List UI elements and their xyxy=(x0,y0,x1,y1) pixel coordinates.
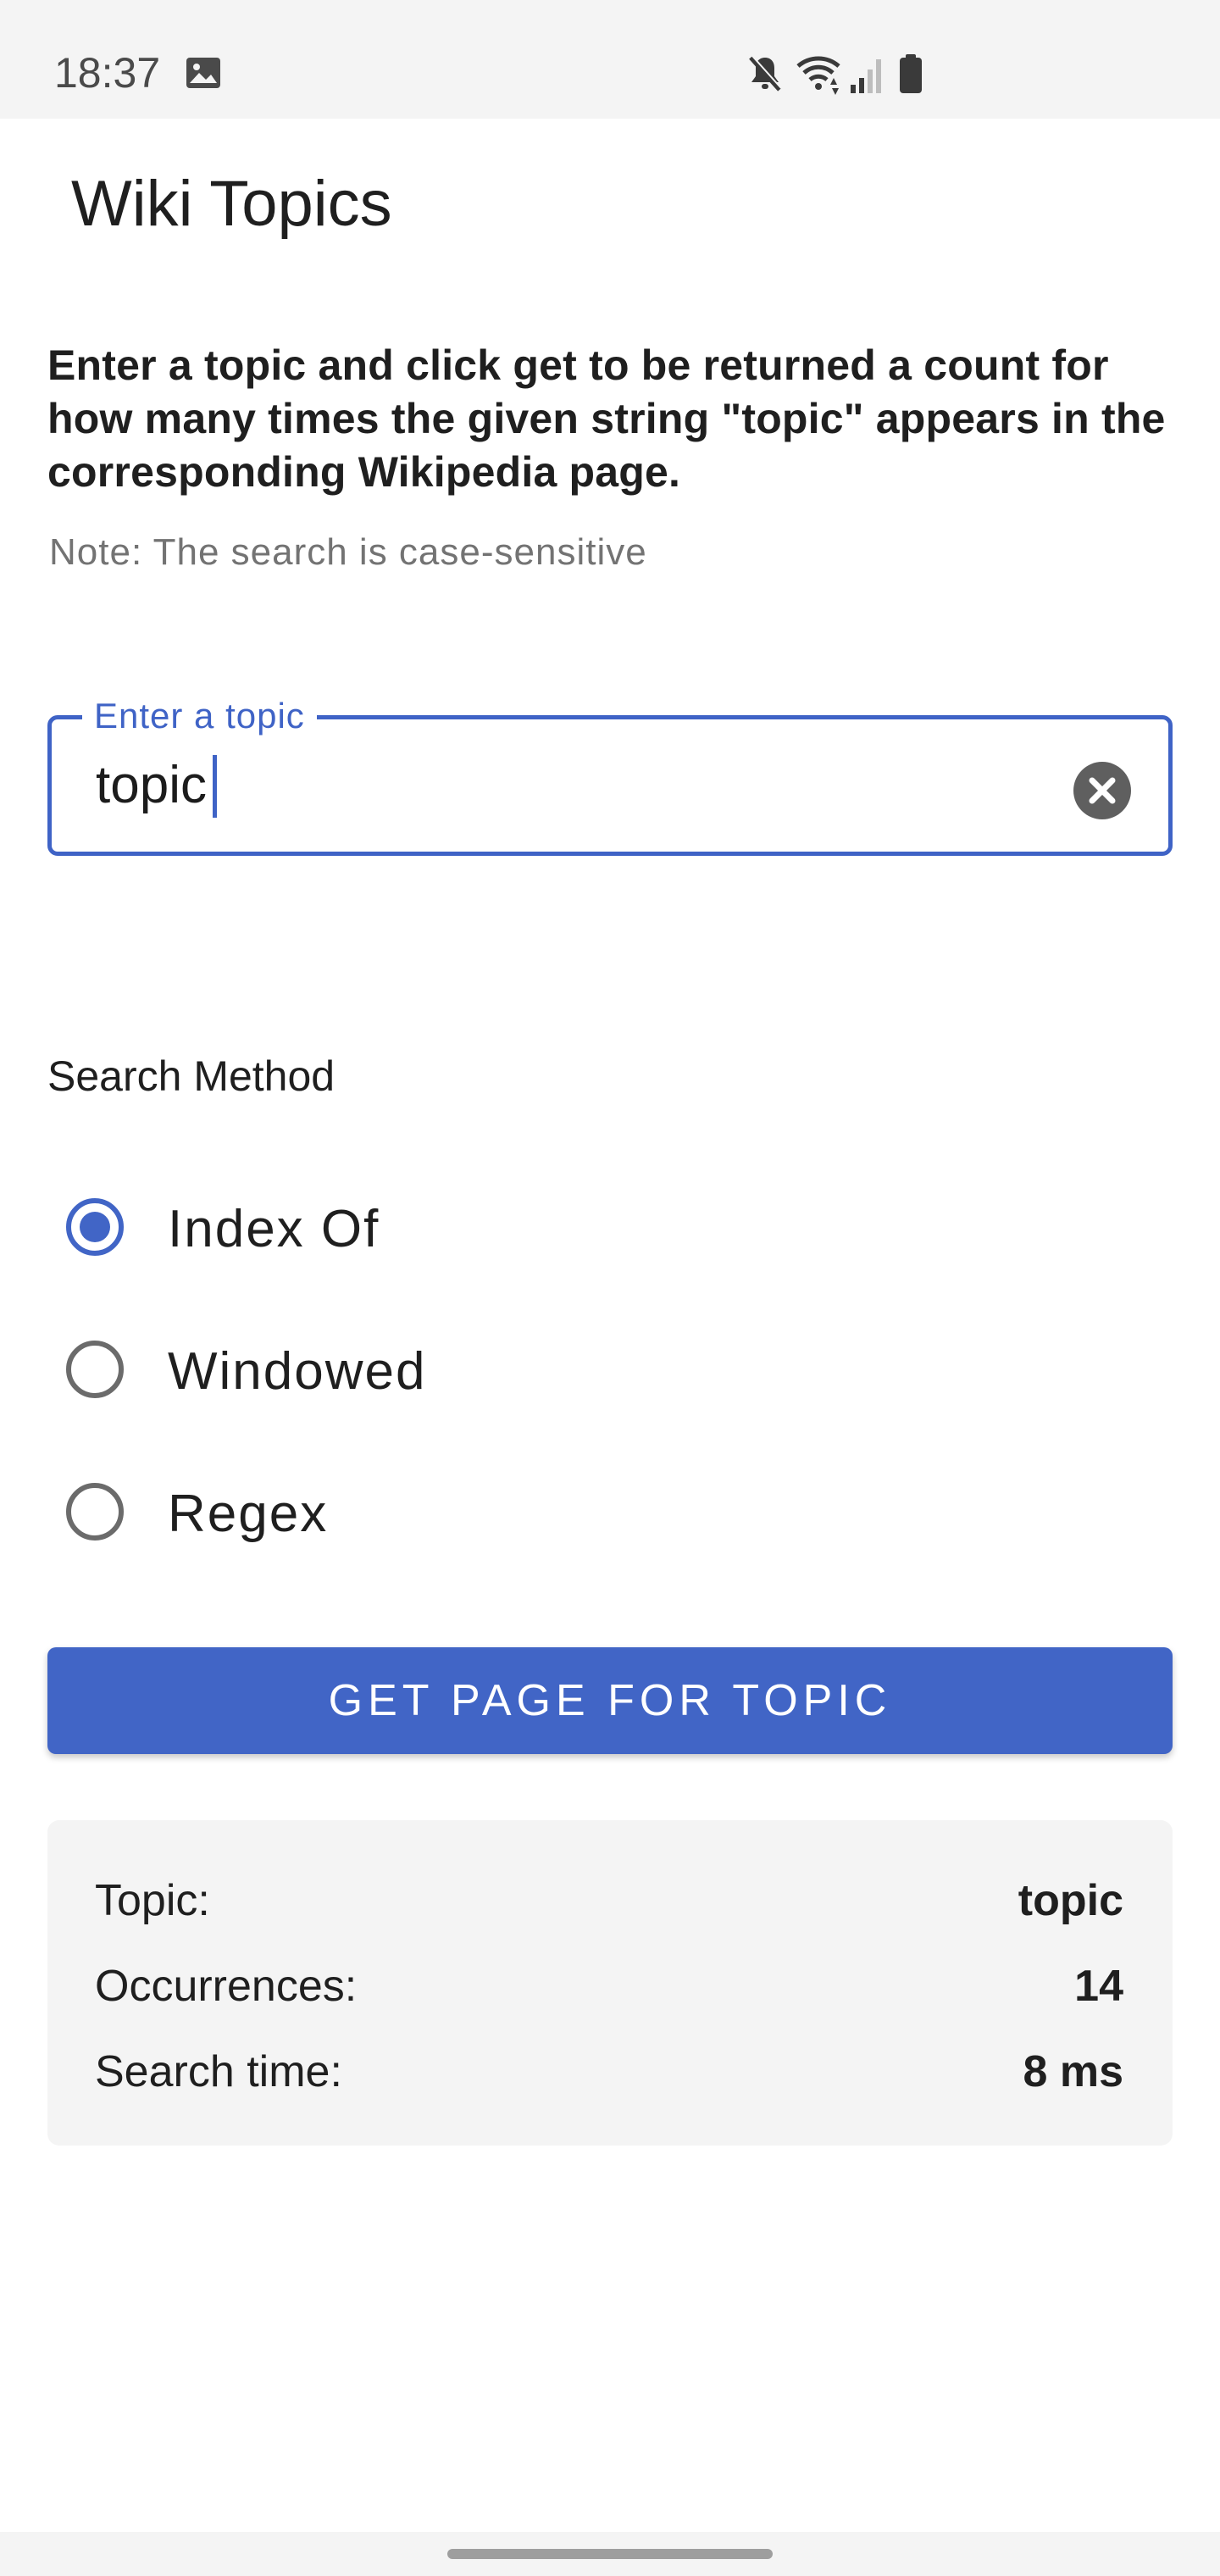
radio-selected-icon[interactable] xyxy=(64,1196,125,1257)
radio-option-index-of[interactable]: Index Of xyxy=(47,1176,895,1278)
home-indicator[interactable] xyxy=(447,2549,773,2559)
text-cursor xyxy=(213,755,217,818)
image-icon xyxy=(186,58,220,88)
signal-icon xyxy=(851,59,881,93)
navigation-bar xyxy=(0,2532,1220,2576)
description-text: Enter a topic and click get to be return… xyxy=(47,341,1166,496)
radio-label: Windowed xyxy=(168,1342,427,1401)
radio-label: Regex xyxy=(168,1485,329,1543)
case-sensitive-note: Note: The search is case-sensitive xyxy=(49,531,647,573)
search-method-label: Search Method xyxy=(47,1052,336,1100)
mute-icon xyxy=(749,55,782,92)
result-key: Occurrences: xyxy=(95,1962,358,2011)
result-value: topic xyxy=(1018,1876,1123,1925)
radio-option-windowed[interactable]: Windowed xyxy=(47,1319,895,1420)
radio-option-regex[interactable]: Regex xyxy=(47,1461,895,1563)
topic-input[interactable] xyxy=(96,753,1028,818)
result-key: Search time: xyxy=(95,2047,342,2096)
result-value: 14 xyxy=(1074,1962,1123,2011)
status-time: 18:37 xyxy=(54,49,161,97)
topic-field-label: Enter a topic xyxy=(82,694,317,738)
get-page-button[interactable]: GET PAGE FOR TOPIC xyxy=(47,1647,1173,1754)
radio-unselected-icon[interactable] xyxy=(64,1481,125,1542)
result-value: 8 ms xyxy=(1023,2047,1123,2096)
topic-text-field[interactable]: Enter a topic xyxy=(47,694,1173,856)
result-row-search-time: Search time: 8 ms xyxy=(95,2042,1123,2101)
result-row-topic: Topic: topic xyxy=(95,1871,1123,1930)
wifi-icon xyxy=(796,56,840,95)
result-row-occurrences: Occurrences: 14 xyxy=(95,1957,1123,2016)
radio-unselected-icon[interactable] xyxy=(64,1339,125,1400)
radio-label: Index Of xyxy=(168,1200,380,1258)
app-title: Wiki Topics xyxy=(71,168,392,240)
battery-icon xyxy=(900,54,922,93)
results-card: Topic: topic Occurrences: 14 Search time… xyxy=(47,1820,1173,2146)
result-key: Topic: xyxy=(95,1876,210,1925)
clear-icon[interactable] xyxy=(1072,760,1133,821)
status-bar: 18:37 xyxy=(0,0,1220,119)
